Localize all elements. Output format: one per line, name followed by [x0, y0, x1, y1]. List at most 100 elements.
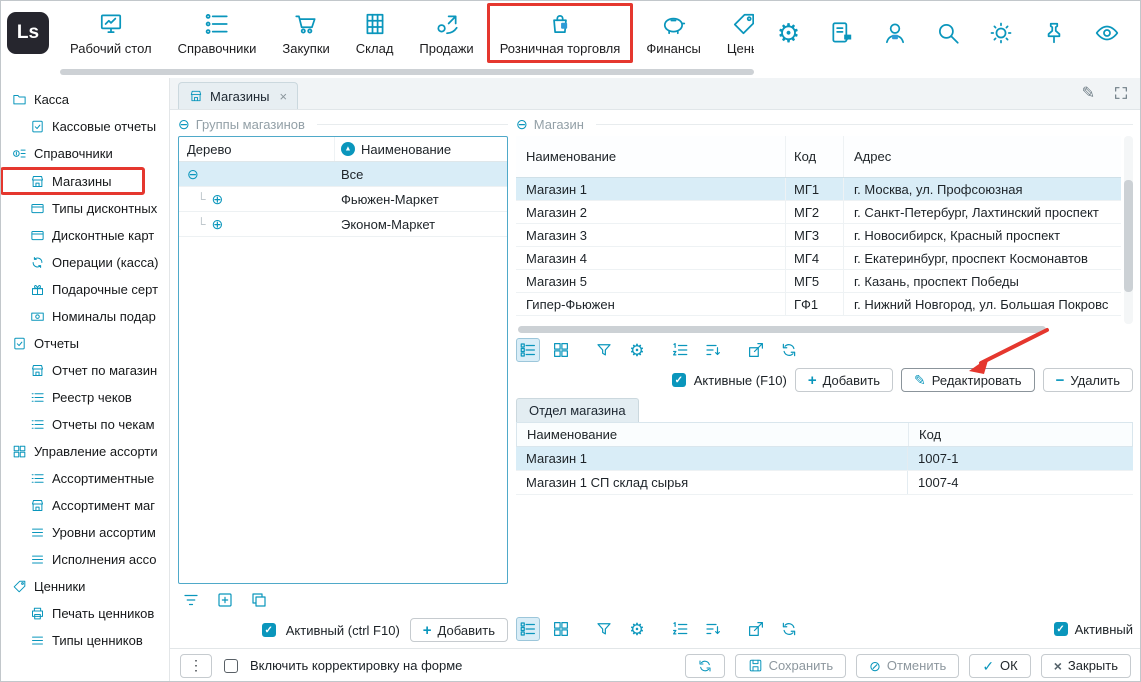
- column-header-name[interactable]: Наименование: [516, 136, 786, 177]
- table-row[interactable]: Магазин 4 МГ4 г. Екатеринбург, проспект …: [516, 247, 1121, 270]
- list-select-button[interactable]: [516, 338, 540, 362]
- expand-expander-icon[interactable]: ⊕: [212, 192, 224, 206]
- table-row[interactable]: Магазин 1 1007-1: [516, 447, 1133, 471]
- table-row[interactable]: └⊕ Фьюжен-Маркет: [179, 187, 507, 212]
- sidebar-item-tipy-cennikov[interactable]: Типы ценников: [0, 627, 169, 654]
- table-row[interactable]: Гипер-Фьюжен ГФ1 г. Нижний Новгород, ул.…: [516, 293, 1121, 316]
- sort-list-button[interactable]: [701, 338, 725, 362]
- sidebar-item-otchet-po-magazinam[interactable]: Отчет по магазин: [0, 357, 169, 384]
- tab-close-icon[interactable]: ×: [280, 89, 288, 104]
- brightness-button[interactable]: [974, 20, 1027, 46]
- sidebar-item-cenniki[interactable]: Ценники: [0, 573, 169, 600]
- active-stores-checkbox[interactable]: [672, 373, 686, 387]
- edit-store-button[interactable]: ✎Редактировать: [901, 368, 1035, 392]
- column-header-code[interactable]: Код: [786, 136, 844, 177]
- table-row[interactable]: └⊕ Эконом-Маркет: [179, 212, 507, 237]
- document-comment-button[interactable]: [815, 20, 868, 46]
- column-header-address[interactable]: Адрес: [844, 136, 1121, 177]
- sidebar-item-kassovye-otchety[interactable]: Кассовые отчеты: [0, 113, 169, 140]
- more-menu-button[interactable]: ⋮: [180, 654, 212, 678]
- save-button[interactable]: Сохранить: [735, 654, 847, 678]
- active-checkbox[interactable]: [262, 623, 276, 637]
- copy-icon[interactable]: [250, 591, 268, 609]
- sidebar-item-magaziny[interactable]: Магазины: [0, 167, 145, 195]
- collapse-icon[interactable]: ⊖: [178, 116, 190, 133]
- collapse-icon[interactable]: ⊖: [516, 116, 528, 133]
- search-button[interactable]: [921, 20, 974, 46]
- sidebar-item-upravlenie-assortimentom[interactable]: Управление ассорти: [0, 438, 169, 465]
- eye-button[interactable]: [1080, 20, 1133, 46]
- scrollbar-thumb[interactable]: [518, 326, 1046, 333]
- sidebar-item-ispolneniya-assortimenta[interactable]: Исполнения ассо: [0, 546, 169, 573]
- refresh-button[interactable]: [777, 338, 801, 362]
- table-row[interactable]: Магазин 1 СП склад сырья 1007-4: [516, 471, 1133, 495]
- add-box-icon[interactable]: [216, 591, 234, 609]
- sidebar-item-kassa[interactable]: Касса: [0, 86, 169, 113]
- app-logo[interactable]: Ls: [7, 12, 49, 54]
- table-row[interactable]: Магазин 5 МГ5 г. Казань, проспект Победы: [516, 270, 1121, 293]
- sidebar-item-operacii-kassa[interactable]: Операции (касса): [0, 249, 169, 276]
- sidebar-item-pechat-cennikov[interactable]: Печать ценников: [0, 600, 169, 627]
- column-header-name[interactable]: Наименование: [517, 423, 909, 446]
- toolbar-horizontal-scrollbar[interactable]: [60, 69, 754, 75]
- pin-button[interactable]: [1027, 20, 1080, 46]
- form-adjust-checkbox[interactable]: [224, 659, 238, 673]
- grid-view-button[interactable]: [549, 338, 573, 362]
- sidebar-item-tipy-diskontnykh[interactable]: Типы дисконтных: [0, 195, 169, 222]
- table-vertical-scrollbar[interactable]: [1124, 136, 1133, 324]
- sidebar-item-assortimentnye[interactable]: Ассортиментные: [0, 465, 169, 492]
- menu-item-desktop[interactable]: Рабочий стол: [57, 0, 165, 66]
- sidebar-item-diskontnye-karty[interactable]: Дисконтные карт: [0, 222, 169, 249]
- table-horizontal-scrollbar[interactable]: [516, 324, 1133, 336]
- delete-store-button[interactable]: −Удалить: [1043, 368, 1133, 392]
- add-store-button[interactable]: +Добавить: [795, 368, 893, 392]
- column-header-code[interactable]: Код: [909, 423, 1132, 446]
- menu-item-directories[interactable]: Справочники: [165, 0, 270, 66]
- grid-view-button[interactable]: [549, 617, 573, 641]
- cancel-button[interactable]: ⊘ Отменить: [856, 654, 959, 678]
- sidebar-item-reestr-chekov[interactable]: Реестр чеков: [0, 384, 169, 411]
- ordered-list-button[interactable]: [668, 617, 692, 641]
- menu-item-warehouse[interactable]: Склад: [343, 0, 407, 66]
- settings-gear-button[interactable]: ⚙: [762, 20, 815, 46]
- add-group-button[interactable]: + Добавить: [410, 618, 508, 642]
- sidebar-item-assortiment-magazina[interactable]: Ассортимент маг: [0, 492, 169, 519]
- collapse-expander-icon[interactable]: ⊖: [187, 167, 199, 181]
- table-row[interactable]: ⊖ Все: [179, 162, 507, 187]
- table-row[interactable]: Магазин 2 МГ2 г. Санкт-Петербург, Лахтин…: [516, 201, 1121, 224]
- expand-expander-icon[interactable]: ⊕: [212, 217, 224, 231]
- table-settings-button[interactable]: ⚙: [625, 617, 649, 641]
- filter-lines-icon[interactable]: [182, 591, 200, 609]
- user-button[interactable]: [868, 20, 921, 46]
- ok-button[interactable]: ✓ ОК: [969, 654, 1030, 678]
- sort-list-button[interactable]: [701, 617, 725, 641]
- edit-pencil-icon[interactable]: ✎: [1082, 83, 1095, 103]
- scrollbar-thumb[interactable]: [1124, 180, 1133, 292]
- filter-button[interactable]: [592, 617, 616, 641]
- tab-store-department[interactable]: Отдел магазина: [516, 398, 639, 422]
- fullscreen-icon[interactable]: [1113, 85, 1129, 101]
- menu-item-finance[interactable]: Финансы: [633, 0, 714, 66]
- refresh-form-button[interactable]: [685, 654, 725, 678]
- column-header-name[interactable]: Наименование: [335, 137, 507, 161]
- sidebar-item-otchety-po-chekam[interactable]: Отчеты по чекам: [0, 411, 169, 438]
- sidebar-item-nominaly-podarochnykh[interactable]: Номиналы подар: [0, 303, 169, 330]
- tab-magaziny[interactable]: Магазины ×: [178, 82, 298, 109]
- ordered-list-button[interactable]: [668, 338, 692, 362]
- sidebar-item-urovni-assortimenta[interactable]: Уровни ассортим: [0, 519, 169, 546]
- list-select-button[interactable]: [516, 617, 540, 641]
- menu-item-sales[interactable]: Продажи: [406, 0, 486, 66]
- sidebar-item-podarochnye-sertifikaty[interactable]: Подарочные серт: [0, 276, 169, 303]
- filter-button[interactable]: [592, 338, 616, 362]
- column-header-tree[interactable]: Дерево: [179, 137, 335, 161]
- table-row[interactable]: Магазин 1 МГ1 г. Москва, ул. Профсоюзная: [516, 178, 1121, 201]
- table-settings-button[interactable]: ⚙: [625, 338, 649, 362]
- active-dept-checkbox[interactable]: [1054, 622, 1068, 636]
- sidebar-item-spravochniki[interactable]: Справочники: [0, 140, 169, 167]
- refresh-button[interactable]: [777, 617, 801, 641]
- export-button[interactable]: [744, 338, 768, 362]
- menu-item-purchases[interactable]: Закупки: [269, 0, 342, 66]
- menu-item-retail[interactable]: Розничная торговля: [487, 3, 634, 63]
- close-button[interactable]: × Закрыть: [1041, 654, 1131, 678]
- sidebar-item-otchety[interactable]: Отчеты: [0, 330, 169, 357]
